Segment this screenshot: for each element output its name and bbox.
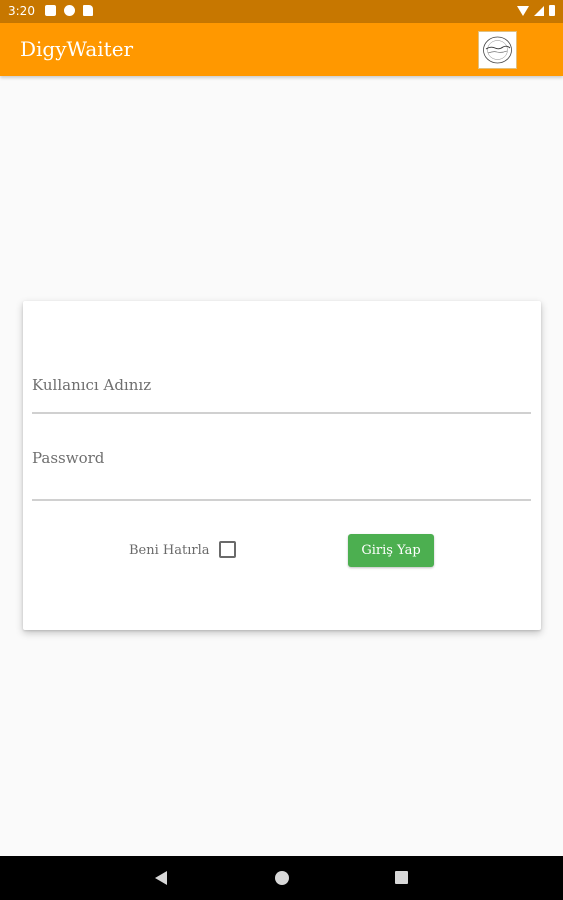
remember-me-label: Beni Hatırla xyxy=(129,543,210,558)
navigation-bar xyxy=(0,856,563,900)
username-field: Kullanıcı Adınız xyxy=(32,371,531,414)
login-button[interactable]: Giriş Yap xyxy=(348,534,434,567)
status-right-icons xyxy=(517,5,555,16)
password-input[interactable] xyxy=(32,444,531,501)
username-input[interactable] xyxy=(32,371,531,414)
status-left-icons xyxy=(45,5,93,16)
notification-square-icon xyxy=(45,5,56,16)
app-bar: DigyWaiter xyxy=(0,23,563,76)
back-icon[interactable] xyxy=(155,871,167,885)
recents-icon[interactable] xyxy=(395,871,408,884)
app-title: DigyWaiter xyxy=(20,37,134,61)
circle-app-icon xyxy=(64,5,75,16)
status-time: 3:20 xyxy=(8,4,35,18)
sd-card-icon xyxy=(83,5,93,16)
remember-me-checkbox[interactable] xyxy=(219,541,236,558)
wifi-icon xyxy=(517,5,529,16)
password-field: Password xyxy=(32,444,531,501)
status-bar: 3:20 xyxy=(0,0,563,23)
app-logo[interactable] xyxy=(478,31,517,69)
app-logo-icon xyxy=(483,36,512,64)
home-icon[interactable] xyxy=(275,871,289,885)
login-card: Kullanıcı Adınız Password Beni Hatırla G… xyxy=(23,301,541,630)
battery-icon xyxy=(549,5,555,16)
signal-icon xyxy=(534,5,544,16)
